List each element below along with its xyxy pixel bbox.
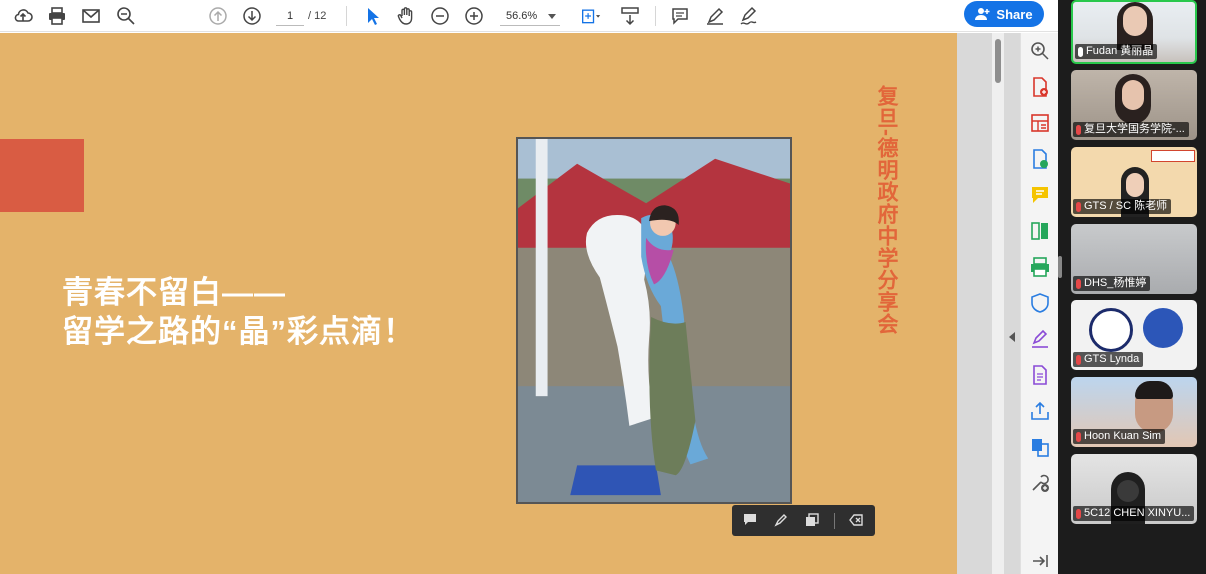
vertical-scrollbar[interactable] <box>992 33 1004 574</box>
zoom-out-search-icon[interactable] <box>113 3 139 29</box>
highlight-pen-icon[interactable] <box>702 3 728 29</box>
participant-tile[interactable]: GTS Lynda <box>1071 300 1197 370</box>
slide-title-line2: 留学之路的“晶”彩点滴！ <box>62 314 415 349</box>
comment-icon[interactable] <box>1029 184 1051 206</box>
share-button[interactable]: Share <box>964 1 1044 27</box>
zoom-in-icon[interactable] <box>461 3 487 29</box>
participant-name: GTS Lynda <box>1084 353 1140 365</box>
slide-title: 青春不留白—— 留学之路的“晶”彩点滴！ <box>62 273 415 351</box>
participant-name: DHS_杨惟婷 <box>1084 277 1147 289</box>
microphone-muted-icon <box>1076 508 1081 519</box>
page-number-input[interactable]: 1 <box>276 6 304 26</box>
top-toolbar: 1 / 12 56.6% Share <box>0 0 1058 32</box>
scrollbar-thumb[interactable] <box>995 39 1001 83</box>
toolbar-divider <box>346 6 347 26</box>
highlight-pen-icon[interactable] <box>773 512 789 528</box>
expand-panel-icon[interactable] <box>1029 550 1051 572</box>
collapse-panel-icon[interactable] <box>1009 332 1015 342</box>
participant-tile[interactable]: 复旦大学国务学院-... <box>1071 70 1197 140</box>
participant-name: GTS / SC 陈老师 <box>1084 200 1168 212</box>
pdf-viewer-window: 1 / 12 56.6% Share 青春不留白—— 留学之路的“晶”彩点滴！ … <box>0 0 1058 574</box>
next-page-icon[interactable] <box>239 3 265 29</box>
slide-page: 青春不留白—— 留学之路的“晶”彩点滴！ 复旦-德明政府中学分享会 <box>0 33 957 574</box>
microphone-muted-icon <box>1076 201 1081 212</box>
more-tools-icon[interactable] <box>1029 472 1051 494</box>
scroll-mode-icon[interactable] <box>617 3 643 29</box>
microphone-muted-icon <box>1076 124 1081 135</box>
participant-tile[interactable]: Fudan 黄丽晶 <box>1071 0 1197 64</box>
participant-tile[interactable]: GTS / SC 陈老师 <box>1071 147 1197 217</box>
fit-page-icon[interactable] <box>576 3 606 29</box>
microphone-muted-icon <box>1076 431 1081 442</box>
compare-files-icon[interactable] <box>1029 220 1051 242</box>
zoom-level-select[interactable]: 56.6% <box>500 6 560 26</box>
select-cursor-icon[interactable] <box>359 3 385 29</box>
organize-pages-icon[interactable] <box>1029 112 1051 134</box>
zoom-level-value: 56.6% <box>506 10 538 22</box>
fill-sign-icon[interactable] <box>1029 328 1051 350</box>
search-zoom-icon[interactable] <box>1029 40 1051 62</box>
slide-photo <box>516 137 792 504</box>
participant-tile[interactable]: DHS_杨惟婷 <box>1071 224 1197 294</box>
participant-name-bar: GTS Lynda <box>1073 352 1144 367</box>
upload-cloud-icon[interactable] <box>10 3 36 29</box>
create-pdf-icon[interactable] <box>1029 76 1051 98</box>
participant-tile[interactable]: Hoon Kuan Sim <box>1071 377 1197 447</box>
print-production-icon[interactable] <box>1029 256 1051 278</box>
participant-name: 5C12 CHEN XINYU... <box>1084 507 1191 519</box>
participant-name-bar: GTS / SC 陈老师 <box>1073 199 1172 214</box>
slide-title-line1: 青春不留白—— <box>62 275 286 310</box>
share-upload-icon[interactable] <box>1029 400 1051 422</box>
comment-icon[interactable] <box>667 3 693 29</box>
participant-name: Hoon Kuan Sim <box>1084 430 1162 442</box>
chevron-down-icon <box>548 14 556 19</box>
protect-shield-icon[interactable] <box>1029 292 1051 314</box>
add-person-icon <box>975 8 990 20</box>
toolbar-divider <box>655 6 656 26</box>
vertical-title: 复旦-德明政府中学分享会 <box>875 85 898 335</box>
participant-name: Fudan 黄丽晶 <box>1086 45 1154 57</box>
sign-pen-icon[interactable] <box>736 3 762 29</box>
panel-resize-handle[interactable] <box>1058 256 1062 278</box>
share-label: Share <box>996 6 1033 22</box>
more-options-icon[interactable] <box>848 512 864 528</box>
zoom-out-icon[interactable] <box>427 3 453 29</box>
right-tools-panel <box>1020 33 1058 574</box>
export-pdf-icon[interactable] <box>1029 148 1051 170</box>
toolbar-divider <box>834 513 835 529</box>
microphone-muted-icon <box>1076 278 1081 289</box>
participant-name-bar: 复旦大学国务学院-... <box>1073 122 1189 137</box>
participant-name-bar: 5C12 CHEN XINYU... <box>1073 506 1195 521</box>
comment-icon[interactable] <box>742 512 758 528</box>
participant-name-bar: Fudan 黄丽晶 <box>1075 44 1158 59</box>
previous-page-icon[interactable] <box>205 3 231 29</box>
participant-tile[interactable]: 5C12 CHEN XINYU... <box>1071 454 1197 524</box>
copy-icon[interactable] <box>804 512 820 528</box>
print-icon[interactable] <box>44 3 70 29</box>
microphone-muted-icon <box>1076 354 1081 365</box>
page-total: / 12 <box>308 10 327 22</box>
decorative-red-block <box>0 139 84 212</box>
participant-name: 复旦大学国务学院-... <box>1084 123 1185 135</box>
document-viewport[interactable]: 青春不留白—— 留学之路的“晶”彩点滴！ 复旦-德明政府中学分享会 <box>0 33 1020 574</box>
hand-tool-icon[interactable] <box>393 3 419 29</box>
annotation-quick-toolbar <box>732 505 875 536</box>
send-for-review-icon[interactable] <box>1029 436 1051 458</box>
participant-name-bar: Hoon Kuan Sim <box>1073 429 1166 444</box>
microphone-icon <box>1078 46 1083 57</box>
edit-pdf-icon[interactable] <box>1029 364 1051 386</box>
participant-name-bar: DHS_杨惟婷 <box>1073 276 1151 291</box>
email-icon[interactable] <box>78 3 104 29</box>
